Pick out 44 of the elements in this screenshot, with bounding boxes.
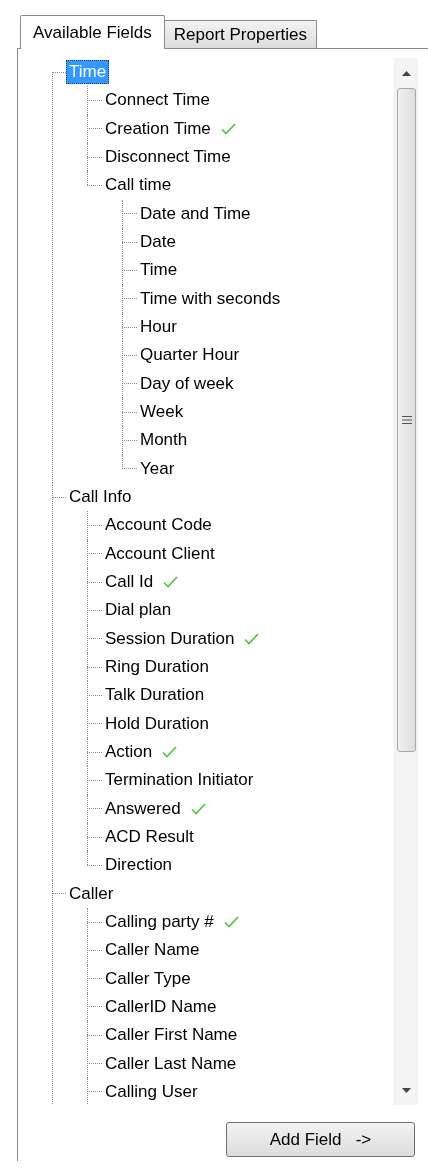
tree-item[interactable]: Hold Duration bbox=[102, 711, 212, 736]
tree-item[interactable]: Session Duration bbox=[102, 626, 238, 651]
tab[interactable]: Report Properties bbox=[163, 20, 317, 48]
tree-item[interactable]: Direction bbox=[102, 853, 176, 878]
tree-item[interactable]: ACD Result bbox=[102, 825, 197, 849]
scroll-down-icon[interactable] bbox=[402, 1087, 411, 1093]
tree-item[interactable]: Caller Name bbox=[102, 938, 203, 963]
tree-item[interactable]: Talk Duration bbox=[102, 683, 208, 708]
tree-item[interactable]: Termination Initiator bbox=[102, 768, 257, 793]
tree-item[interactable]: Dial plan bbox=[102, 598, 175, 623]
tree-item[interactable]: Caller bbox=[66, 881, 117, 906]
tree-item[interactable]: Call Info bbox=[66, 485, 135, 510]
tree-item[interactable]: Month bbox=[137, 428, 191, 453]
tree-item[interactable]: Caller Last Name bbox=[102, 1051, 240, 1076]
tree-item[interactable]: Hour bbox=[137, 315, 180, 340]
tree-item[interactable]: Calling party # bbox=[102, 910, 217, 934]
tree-item[interactable]: Time with seconds bbox=[137, 286, 284, 311]
scroll-thumb[interactable] bbox=[397, 88, 416, 752]
tree-item[interactable]: Call time bbox=[102, 173, 175, 198]
tree-item[interactable]: Week bbox=[137, 400, 187, 425]
scroll-up-icon[interactable] bbox=[402, 70, 411, 76]
scrollbar[interactable] bbox=[394, 58, 418, 1105]
tree-item[interactable]: Year bbox=[137, 456, 178, 481]
tree-item[interactable]: Time bbox=[137, 258, 181, 283]
tree-item[interactable]: Ring Duration bbox=[102, 655, 212, 680]
tree-item[interactable]: Quarter Hour bbox=[137, 343, 243, 368]
tree-item[interactable]: Caller First Name bbox=[102, 1023, 241, 1048]
tree-item[interactable]: Disconnect Time bbox=[102, 145, 234, 170]
tree-item[interactable]: Action bbox=[102, 740, 156, 765]
grip-icon bbox=[401, 416, 412, 424]
tree-item[interactable]: Call Id bbox=[102, 570, 157, 595]
tree-item[interactable]: Day of week bbox=[137, 371, 237, 396]
add-field-button[interactable]: Add Field -> bbox=[226, 1122, 415, 1157]
tree-item[interactable]: Calling User bbox=[102, 1079, 201, 1104]
tree-item[interactable]: Answered bbox=[102, 796, 184, 821]
tree-item[interactable]: CallerID Name bbox=[102, 995, 220, 1019]
tree-item[interactable]: Creation Time bbox=[102, 116, 214, 141]
tree-item[interactable]: Date bbox=[137, 230, 179, 255]
tree-item[interactable]: Caller Type bbox=[102, 966, 194, 991]
tree-item[interactable]: Connect Time bbox=[102, 88, 213, 113]
tree-item[interactable]: Date and Time bbox=[137, 201, 254, 226]
tab[interactable]: Available Fields bbox=[20, 15, 165, 49]
tree-item[interactable]: Account Code bbox=[102, 513, 215, 538]
tree-item[interactable]: Account Client bbox=[102, 541, 218, 566]
